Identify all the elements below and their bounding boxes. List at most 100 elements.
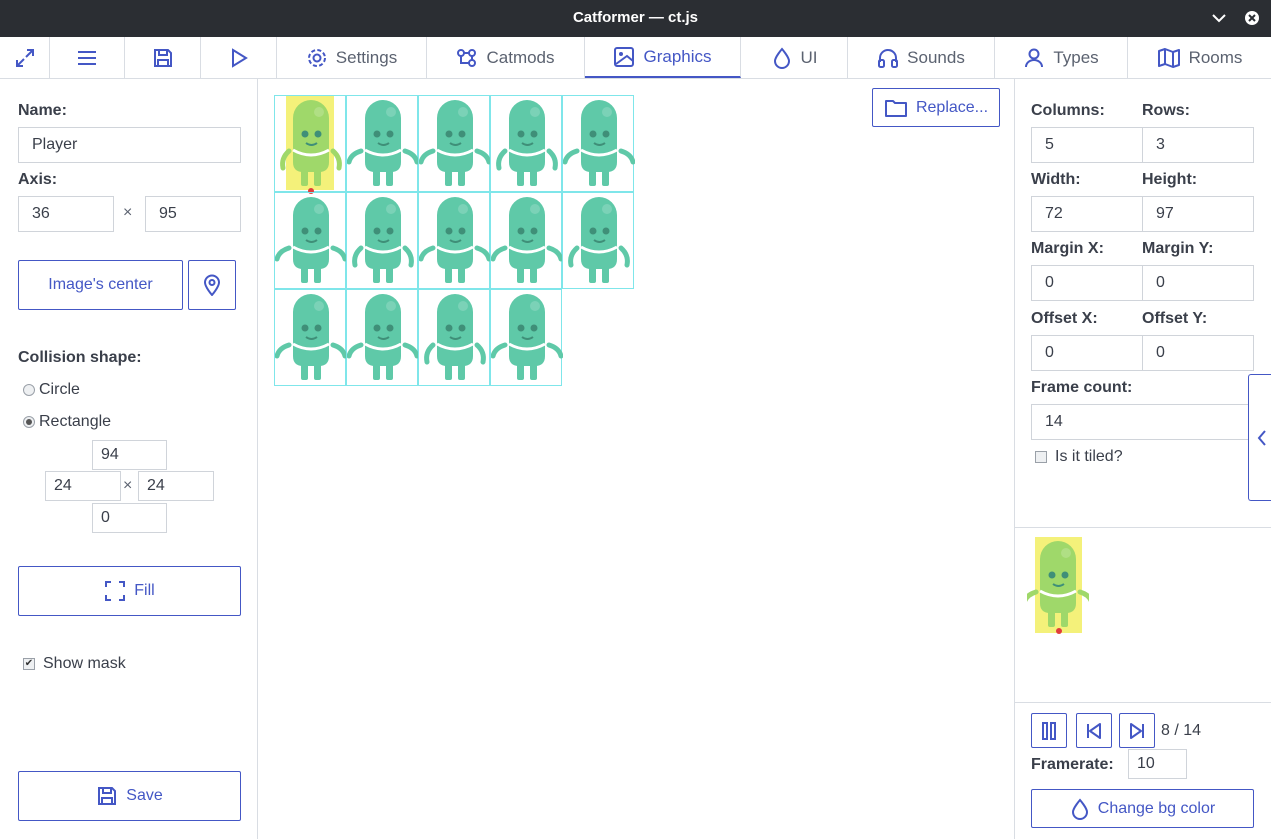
change-bg-color-button[interactable]: Change bg color xyxy=(1031,789,1254,828)
is-tiled-label: Is it tiled? xyxy=(1055,448,1123,465)
framerate-input[interactable]: 10 xyxy=(1128,749,1187,779)
rows-label: Rows: xyxy=(1142,102,1190,119)
atlas-viewport[interactable]: Replace... xyxy=(258,79,1013,839)
save-project-button[interactable] xyxy=(125,37,201,78)
show-mask-label: Show mask xyxy=(43,655,126,672)
rect-bottom-input[interactable]: 0 xyxy=(92,503,167,533)
axis-x-input[interactable]: 36 xyxy=(18,196,114,232)
save-button[interactable]: Save xyxy=(18,771,241,821)
show-mask-checkbox[interactable]: ✔ Show mask xyxy=(23,655,126,673)
rect-left-input[interactable]: 24 xyxy=(45,471,121,501)
atlas-frame xyxy=(490,95,562,192)
launch-button[interactable] xyxy=(201,37,277,78)
tab-label: Rooms xyxy=(1188,47,1243,67)
pick-axis-button[interactable] xyxy=(188,260,236,310)
rectangle-radio[interactable]: Rectangle xyxy=(23,413,111,431)
previous-frame-button[interactable] xyxy=(1076,713,1112,748)
height-input[interactable]: 97 xyxy=(1142,196,1254,232)
maximize-icon xyxy=(15,48,34,67)
atlas-frame xyxy=(562,192,634,289)
tab-ui[interactable]: UI xyxy=(741,37,848,78)
axis-y-input[interactable]: 95 xyxy=(145,196,241,232)
character-sprite xyxy=(491,294,563,380)
radio-dot xyxy=(23,416,35,428)
animation-preview xyxy=(1015,527,1271,703)
collapse-panel-button[interactable] xyxy=(1248,374,1271,501)
splitting-panel: Columns: Rows: 5 3 Width: Height: 72 97 … xyxy=(1014,79,1271,839)
margin-y-input[interactable]: 0 xyxy=(1142,265,1254,301)
atlas-frame xyxy=(346,95,419,192)
play-icon xyxy=(231,47,248,68)
tab-bar: Settings Catmods Graphics UI Sounds Type… xyxy=(0,37,1271,79)
tab-label: Graphics xyxy=(643,46,712,66)
texture-atlas[interactable] xyxy=(274,95,635,386)
menu-icon xyxy=(78,50,96,65)
fill-label: Fill xyxy=(134,582,155,599)
columns-label: Columns: xyxy=(1031,102,1105,119)
atlas-frame xyxy=(274,95,346,194)
character-sprite xyxy=(419,197,491,283)
rows-input[interactable]: 3 xyxy=(1142,127,1254,163)
character-sprite xyxy=(496,100,558,186)
character-sprite xyxy=(280,100,342,186)
texture-settings-panel: Name: Player Axis: 36 × 95 Image's cente… xyxy=(0,79,258,839)
gear-icon xyxy=(307,48,326,67)
preview-frame xyxy=(1027,537,1089,634)
tab-sounds[interactable]: Sounds xyxy=(848,37,995,78)
character-sprite xyxy=(347,294,419,380)
circle-radio[interactable]: Circle xyxy=(23,381,80,399)
tab-types[interactable]: Types xyxy=(995,37,1128,78)
image-center-button[interactable]: Image's center xyxy=(18,260,183,310)
margin-x-input[interactable]: 0 xyxy=(1031,265,1143,301)
checkbox-box: ✔ xyxy=(23,658,35,670)
user-icon xyxy=(1025,48,1044,67)
offset-x-input[interactable]: 0 xyxy=(1031,335,1143,371)
collision-shape-label: Collision shape: xyxy=(18,349,142,366)
replace-button[interactable]: Replace... xyxy=(872,88,1000,127)
tab-catmods[interactable]: Catmods xyxy=(427,37,585,78)
character-sprite xyxy=(352,197,414,283)
menu-button[interactable] xyxy=(50,37,125,78)
pause-button[interactable] xyxy=(1031,713,1067,748)
rect-right-input[interactable]: 24 xyxy=(138,471,214,501)
offset-x-label: Offset X: xyxy=(1031,310,1098,327)
tab-settings[interactable]: Settings xyxy=(277,37,427,78)
atlas-frame xyxy=(562,95,635,192)
tab-label: Catmods xyxy=(486,47,555,67)
window-title: Catformer — ct.js xyxy=(572,9,699,26)
frame-count-input[interactable]: 14 xyxy=(1031,404,1254,440)
character-sprite xyxy=(563,100,635,186)
character-sprite xyxy=(275,294,347,380)
offset-y-input[interactable]: 0 xyxy=(1142,335,1254,371)
minimize-chevron-icon[interactable] xyxy=(1209,8,1229,28)
tab-graphics[interactable]: Graphics xyxy=(585,37,741,78)
fullscreen-button[interactable] xyxy=(0,37,50,78)
name-input[interactable]: Player xyxy=(18,127,241,163)
close-icon[interactable] xyxy=(1242,8,1262,28)
atlas-frame xyxy=(346,192,418,289)
frame-count-label: Frame count: xyxy=(1031,379,1133,396)
next-frame-button[interactable] xyxy=(1119,713,1155,748)
times-sign: × xyxy=(123,477,133,494)
fill-button[interactable]: Fill xyxy=(18,566,241,616)
chevron-left-icon xyxy=(1257,429,1266,446)
map-pin-icon xyxy=(203,274,221,296)
save-icon xyxy=(98,787,117,805)
columns-input[interactable]: 5 xyxy=(1031,127,1143,163)
character-sprite xyxy=(568,197,630,283)
is-tiled-checkbox[interactable]: Is it tiled? xyxy=(1035,448,1123,466)
skip-forward-icon xyxy=(1130,722,1144,739)
times-sign: × xyxy=(123,204,133,221)
width-input[interactable]: 72 xyxy=(1031,196,1143,232)
rect-top-input[interactable]: 94 xyxy=(92,440,167,470)
atlas-frame xyxy=(274,289,347,386)
rectangle-label: Rectangle xyxy=(39,413,112,430)
framerate-label: Framerate: xyxy=(1031,756,1114,773)
tab-rooms[interactable]: Rooms xyxy=(1128,37,1271,78)
droplet-icon xyxy=(1071,797,1088,820)
tab-label: UI xyxy=(800,47,818,67)
catmods-icon xyxy=(457,48,477,67)
radio-dot xyxy=(23,384,35,396)
axis-label: Axis: xyxy=(18,171,58,188)
atlas-frame xyxy=(418,95,491,192)
